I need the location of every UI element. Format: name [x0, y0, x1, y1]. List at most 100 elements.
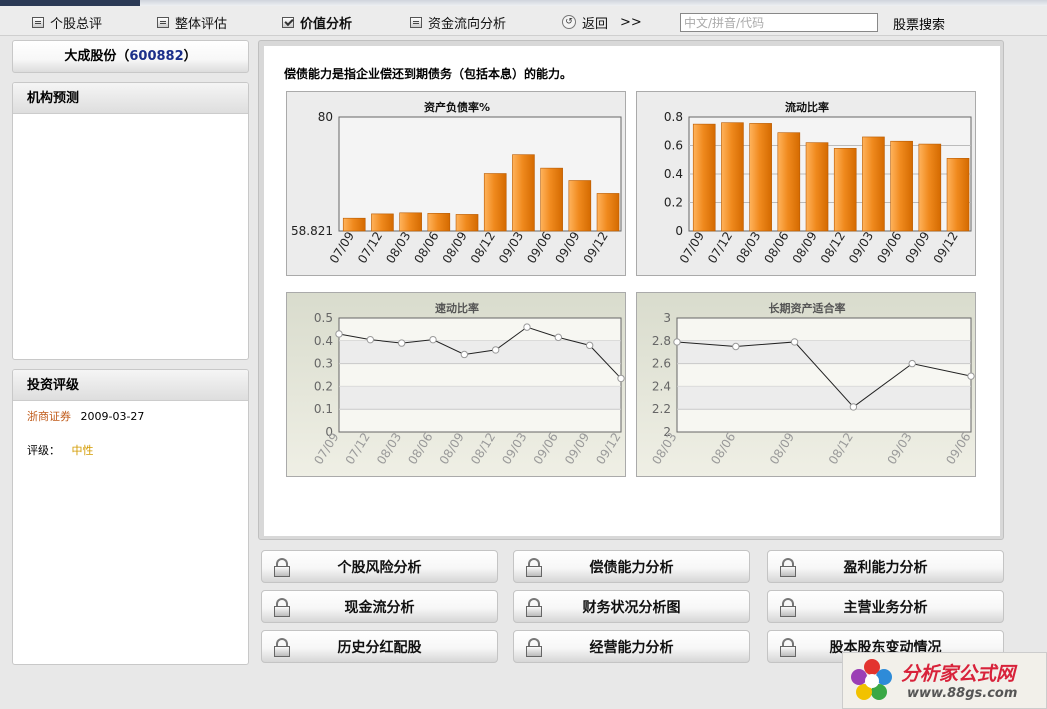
- y-tick-label: 0.4: [314, 334, 333, 348]
- quick-ratio-chart: 速动比率 0.5 0.4 0.3 0.2 0.1 0 07/09 07/12 08/03 08/06…: [286, 292, 626, 477]
- top-navigation: 个股总评 整体评估 价值分析 资金流向分析 ↺ 返回 >>: [0, 6, 1047, 36]
- profitability-analysis-button[interactable]: 盈利能力分析: [767, 550, 1004, 583]
- search-input[interactable]: [680, 13, 878, 32]
- data-point: [849, 403, 858, 411]
- bar: [692, 123, 716, 232]
- bar: [596, 193, 620, 232]
- chart-svg: 资产负债率%8058.82107/0907/1208/0308/0608/090…: [291, 100, 622, 266]
- x-tick-label: 09/09: [562, 430, 592, 467]
- bar: [749, 123, 772, 232]
- watermark-text: 分析家公式网: [901, 663, 1016, 685]
- stock-code-open: （: [116, 49, 130, 64]
- bar: [483, 173, 507, 232]
- financial-status-chart-button[interactable]: 财务状况分析图: [513, 590, 750, 623]
- nav-item-label: 整体评估: [175, 16, 228, 32]
- x-tick-label: 09/12: [581, 229, 611, 266]
- x-tick-label: 08/09: [790, 229, 820, 266]
- panel-title: 投资评级: [13, 370, 248, 401]
- chart-title: 长期资产适合率: [769, 301, 846, 315]
- data-point: [460, 350, 469, 359]
- y-tick-label: 0.2: [314, 379, 333, 393]
- stock-header: 大成股份（600882）: [12, 40, 249, 73]
- x-tick-label: 07/09: [311, 430, 341, 467]
- intro-text: 偿债能力是指企业偿还到期债务（包括本息）的能力。: [284, 67, 573, 81]
- x-tick-label: 08/06: [411, 229, 441, 266]
- x-tick-label: 07/12: [343, 430, 373, 467]
- dividend-history-button[interactable]: 历史分红配股: [261, 630, 498, 663]
- button-label: 现金流分析: [344, 599, 415, 616]
- current-ratio-chart: 流动比率 0.8 0.6 0.4 0.2 0 07/09 07/12 08/03 08/06 08/…: [636, 91, 976, 276]
- broker-name: 浙商证券: [27, 410, 71, 423]
- y-tick-label: 0: [675, 224, 683, 238]
- button-label: 偿债能力分析: [589, 559, 674, 576]
- y-tick-label: 0.2: [664, 196, 683, 210]
- x-tick-label: 09/03: [885, 430, 915, 467]
- bar: [455, 214, 479, 232]
- data-point: [673, 338, 681, 346]
- nav-item-overall-evaluation[interactable]: 整体评估: [157, 12, 227, 32]
- nav-item-value-analysis[interactable]: 价值分析: [282, 12, 352, 32]
- y-tick-label: 0.3: [314, 357, 333, 371]
- y-tick-label: 0.4: [664, 167, 683, 181]
- data-point: [429, 335, 437, 344]
- checkbox-icon: [282, 16, 294, 28]
- x-tick-label: 07/12: [705, 229, 735, 266]
- button-label: 经营能力分析: [589, 639, 674, 656]
- button-label: 盈利能力分析: [843, 559, 928, 576]
- data-point: [366, 335, 375, 344]
- x-tick-label: 08/06: [761, 229, 791, 266]
- x-tick-label: 08/03: [374, 430, 404, 467]
- stock-name: 大成股份: [64, 49, 117, 64]
- stock-risk-analysis-button[interactable]: 个股风险分析: [261, 550, 498, 583]
- investment-rating-panel: 投资评级 浙商证券 2009-03-27 评级： 中性: [12, 369, 249, 665]
- bar: [540, 167, 563, 232]
- x-tick-label: 09/09: [902, 229, 932, 266]
- lock-icon: [526, 557, 542, 577]
- data-point: [585, 341, 594, 350]
- nav-item-back[interactable]: ↺ 返回 >>: [562, 12, 642, 32]
- rating-source-row: 浙商证券 2009-03-27: [13, 401, 248, 430]
- lock-icon: [780, 637, 796, 657]
- bar: [512, 154, 535, 232]
- x-tick-label: 09/12: [931, 229, 961, 266]
- bar: [399, 212, 422, 232]
- nav-item-fund-flow[interactable]: 资金流向分析: [410, 12, 506, 32]
- nav-item-stock-review[interactable]: 个股总评: [32, 12, 102, 32]
- y-tick-label: 0.1: [314, 402, 333, 416]
- grid-band: [678, 386, 970, 410]
- stock-search-button[interactable]: 股票搜索: [893, 14, 945, 33]
- solvency-content: 偿债能力是指企业偿还到期债务（包括本息）的能力。 资产负债率% 80 58.821 0…: [264, 46, 1000, 536]
- y-tick-label: 2.4: [652, 379, 671, 393]
- operating-ability-analysis-button[interactable]: 经营能力分析: [513, 630, 750, 663]
- long-term-asset-ratio-chart: 长期资产适合率 3 2.8 2.6 2.4 2.2 2 08/03 08/06 08/09 08/1…: [636, 292, 976, 477]
- solvency-analysis-button[interactable]: 偿债能力分析: [513, 550, 750, 583]
- y-tick-label: 0.5: [314, 311, 333, 325]
- nav-item-label: 资金流向分析: [428, 16, 507, 32]
- x-tick-label: 09/03: [499, 430, 529, 467]
- x-tick-label: 08/03: [383, 229, 413, 266]
- bar: [805, 142, 829, 232]
- data-point: [967, 372, 975, 380]
- button-label: 财务状况分析图: [582, 599, 681, 616]
- panel-title: 机构预测: [13, 83, 248, 114]
- nav-item-label: 价值分析: [300, 16, 353, 32]
- lock-icon: [274, 557, 290, 577]
- y-tick-label: 2.8: [652, 334, 671, 348]
- y-tick-label: 3: [663, 311, 671, 325]
- plot-area: [338, 317, 622, 433]
- data-point: [523, 323, 531, 331]
- lock-icon: [526, 597, 542, 617]
- main-business-analysis-button[interactable]: 主营业务分析: [767, 590, 1004, 623]
- chart-title: 流动比率: [785, 100, 829, 114]
- bar: [946, 158, 970, 232]
- bar: [833, 148, 857, 232]
- x-tick-label: 09/06: [943, 430, 973, 467]
- data-point: [397, 339, 406, 347]
- rating-row: 评级： 中性: [13, 430, 248, 464]
- data-point: [554, 333, 563, 342]
- x-tick-label: 08/09: [767, 430, 797, 467]
- cash-flow-analysis-button[interactable]: 现金流分析: [261, 590, 498, 623]
- lock-icon: [526, 637, 542, 657]
- chart-svg: 长期资产适合率32.82.62.42.2208/03 08/06 08/09 08/1…: [649, 301, 975, 467]
- x-tick-label: 08/03: [649, 430, 679, 467]
